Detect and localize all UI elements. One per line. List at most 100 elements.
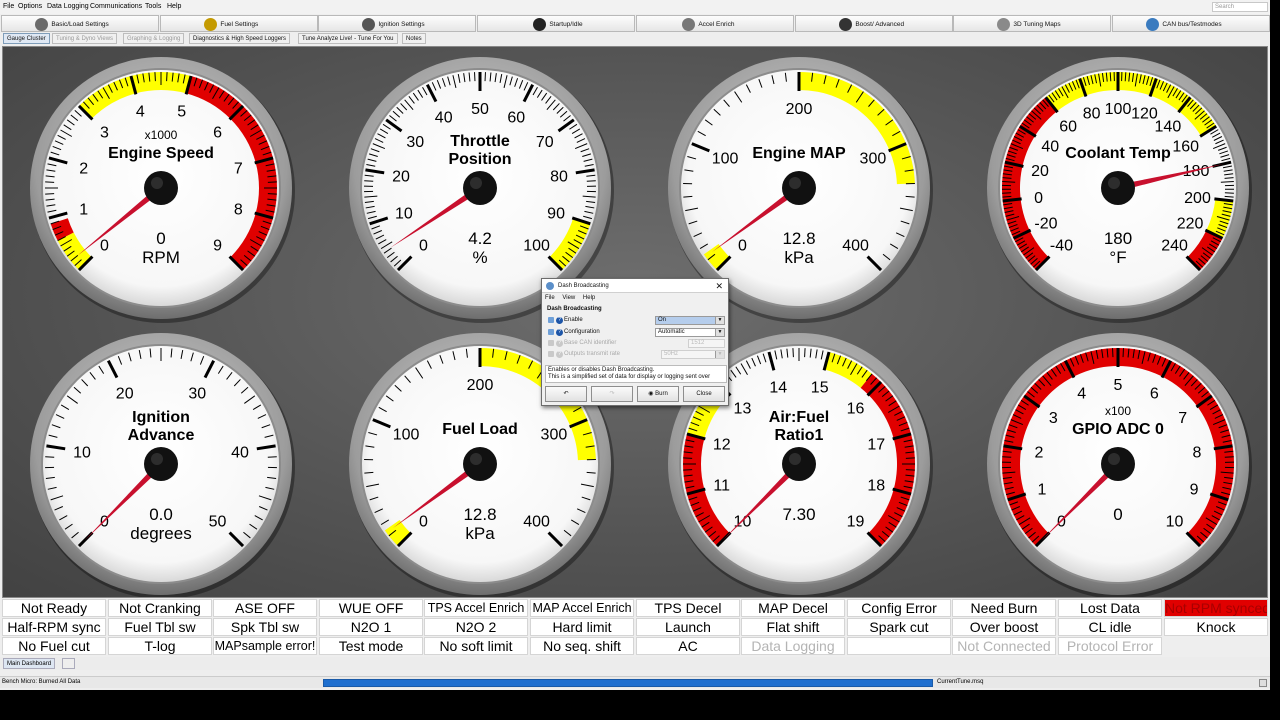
indicator-test-mode: Test mode <box>319 637 423 655</box>
gauge-tick-label: 0 <box>100 238 109 255</box>
bottom-tab-bar: Main Dashboard <box>0 657 1270 670</box>
tab-basic-load-settings[interactable]: Basic/Load Settings <box>1 15 159 32</box>
indicator-tps-decel: TPS Decel <box>636 599 740 617</box>
gauge-hub <box>144 171 178 205</box>
menu-tools[interactable]: Tools <box>145 3 161 10</box>
indicator-tps-accel-enrich: TPS Accel Enrich <box>424 599 528 617</box>
indicator-no-seq-shift: No seq. shift <box>530 637 634 655</box>
gauge-hub-highlight <box>470 453 482 465</box>
tab-boost-advanced[interactable]: Boost/ Advanced <box>795 15 953 32</box>
3d-map-icon <box>997 18 1011 31</box>
enable-select[interactable]: On ▼ <box>655 316 725 325</box>
gauge-hub-highlight <box>789 177 801 189</box>
gauge-title: Advance <box>128 427 195 444</box>
gauge-tick-label: 10 <box>734 514 752 531</box>
indicator-data-logging: Data Logging <box>741 637 845 655</box>
tab-ignition-settings[interactable]: Ignition Settings <box>318 15 476 32</box>
gauge-tick-label: 1 <box>79 202 88 219</box>
gauge-tick-label: 50 <box>471 101 489 118</box>
gauge-tick-label: 80 <box>1083 105 1101 122</box>
gauge-tick-label: 0 <box>419 238 428 255</box>
chevron-down-icon: ▼ <box>715 317 724 324</box>
gauge-tick-label: 20 <box>392 168 410 185</box>
tab-can-bus-testmodes[interactable]: CAN bus/Testmodes <box>1112 15 1270 32</box>
gauge-minor-tick <box>586 471 596 474</box>
tab-fuel-settings[interactable]: Fuel Settings <box>160 15 318 32</box>
subtab-notes[interactable]: Notes <box>402 33 426 44</box>
gauge-tick-label: 200 <box>467 377 494 394</box>
gauge-tick-label: 20 <box>1031 163 1049 180</box>
indicator-hard-limit: Hard limit <box>530 618 634 636</box>
checkbox-icon <box>548 329 554 335</box>
transmit-rate-select: 50Hz ▼ <box>661 350 725 359</box>
subtab-tuning-dyno-views[interactable]: Tuning & Dyno Views <box>52 33 118 44</box>
menu-communications[interactable]: Communications <box>90 3 142 10</box>
gauge-hub-highlight <box>151 453 163 465</box>
indicator-lost-data: Lost Data <box>1058 599 1162 617</box>
indicator-mapsample-error: MAPsample error! <box>213 637 317 655</box>
indicator-not-rpm-synced: Not RPM synced <box>1164 599 1268 617</box>
gauge-tick-label: 0 <box>1034 190 1043 207</box>
gauge-minor-tick <box>1124 72 1127 82</box>
add-dashboard-icon[interactable] <box>62 658 75 669</box>
undo-button[interactable]: ↶ <box>545 386 587 402</box>
subtab-graphing-logging[interactable]: Graphing & Logging <box>123 33 185 44</box>
transmit-rate-row: ? Outputs transmit rate 50Hz ▼ <box>548 350 725 360</box>
indicator-n2o-2: N2O 2 <box>424 618 528 636</box>
dialog-menu-file[interactable]: File <box>545 295 555 301</box>
help-icon[interactable]: ? <box>556 329 563 336</box>
tab-accel-enrich[interactable]: Accel Enrich <box>636 15 794 32</box>
spark-plug-icon <box>362 18 376 31</box>
help-icon[interactable]: ? <box>556 317 563 324</box>
subtab-tune-analyze-live-tune-for-you[interactable]: Tune Analyze Live! - Tune For You <box>298 33 398 44</box>
dialog-close-icon[interactable]: ✕ <box>715 281 723 292</box>
enable-value: On <box>658 317 667 323</box>
gauge-tick-label: 4 <box>1077 386 1086 403</box>
tab-label: Fuel Settings <box>220 21 259 28</box>
dialog-menu-help[interactable]: Help <box>583 295 595 301</box>
gauge-coolant-temp: -40-20020406080 100 120140160180200220240C… <box>987 57 1252 323</box>
indicator-not-connected: Not Connected <box>952 637 1056 655</box>
indicator-wue-off: WUE OFF <box>319 599 423 617</box>
dialog-titlebar: Dash Broadcasting ✕ <box>542 279 728 293</box>
status-file: CurrentTune.msq <box>937 679 984 685</box>
subtab-diagnostics-high-speed-loggers[interactable]: Diagnostics & High Speed Loggers <box>189 33 291 44</box>
tab-label: Accel Enrich <box>698 21 735 28</box>
gauge-hub <box>463 171 497 205</box>
tab-label: CAN bus/Testmodes <box>1162 21 1222 28</box>
dialog-app-icon <box>546 282 554 290</box>
gauge-tick-label: 220 <box>1177 216 1204 233</box>
status-bar: Bench Micro: Burned All Data CurrentTune… <box>0 676 1270 688</box>
gauge-tick-label: 40 <box>435 110 453 127</box>
gauge-value: 0.0 <box>149 505 173 524</box>
gauge-tick-label: -20 <box>1034 216 1057 233</box>
gauge-value: 12.8 <box>463 505 496 524</box>
menu-file[interactable]: File <box>3 3 14 10</box>
gauge-hub-highlight <box>151 177 163 189</box>
main-tab-bar: Basic/Load Settings Fuel Settings Ignition… <box>0 15 1270 32</box>
tab-main-dashboard[interactable]: Main Dashboard <box>3 658 56 669</box>
search-input[interactable]: Search <box>1212 2 1268 12</box>
dialog-menu-view[interactable]: View <box>562 295 575 301</box>
tab-startup-idle[interactable]: Startup/Idle <box>477 15 635 32</box>
menu-options[interactable]: Options <box>18 3 42 10</box>
configuration-select[interactable]: Automatic ▼ <box>655 328 725 337</box>
indicator-n2o-1: N2O 1 <box>319 618 423 636</box>
tab-3d-tuning-maps[interactable]: 3D Tuning Maps <box>953 15 1111 32</box>
configuration-label: Configuration <box>564 329 600 335</box>
burn-button[interactable]: ◉ Burn <box>637 386 679 402</box>
gauge-tick-label: 8 <box>1193 444 1202 461</box>
menu-data-logging[interactable]: Data Logging <box>47 3 89 10</box>
gauge-tick-label: 50 <box>209 514 227 531</box>
gauge-tick-label: 7 <box>1178 410 1187 427</box>
gauge-tick-label: 5 <box>1114 377 1123 394</box>
status-progress-bar <box>323 679 933 687</box>
indicator-not-ready: Not Ready <box>2 599 106 617</box>
subtab-gauge-cluster[interactable]: Gauge Cluster <box>3 33 50 44</box>
close-button[interactable]: Close <box>683 386 725 402</box>
checkbox-icon <box>548 317 554 323</box>
gauge-tick-label: 100 <box>393 426 420 443</box>
gauge-title: Engine MAP <box>752 145 846 162</box>
turbo-icon <box>839 18 853 31</box>
menu-help[interactable]: Help <box>167 3 181 10</box>
